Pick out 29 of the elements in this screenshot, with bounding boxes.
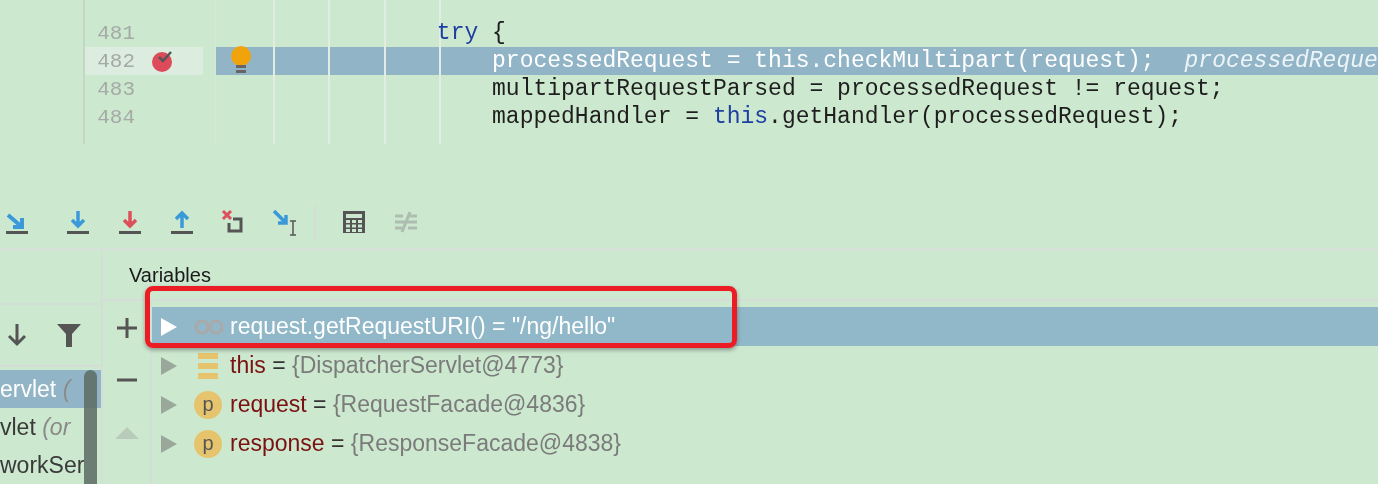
variable-row[interactable]: p response = {ResponseFacade@4838} — [152, 424, 1378, 463]
code-line: mappedHandler = this.getHandler(processedRequest); — [492, 104, 1183, 130]
line-number: 482 — [97, 49, 135, 73]
add-icon[interactable] — [115, 317, 138, 339]
inline-value-hint: processedReque — [1184, 48, 1378, 74]
glasses-icon — [194, 318, 224, 335]
filter-icon[interactable] — [56, 322, 82, 348]
variable-row[interactable]: this = {DispatcherServlet@4773} — [152, 346, 1378, 385]
stack-icon — [198, 352, 218, 379]
variable-text: this = {DispatcherServlet@4773} — [230, 352, 564, 379]
frame-item[interactable]: workSer — [0, 446, 101, 484]
parameter-badge: p — [194, 390, 222, 419]
variable-text: request.getRequestURI() = "/ng/hello" — [230, 313, 616, 340]
frame-item[interactable]: vlet (or — [0, 408, 101, 446]
code-line: multipartRequestParsed = processedRequest != request; — [492, 76, 1224, 102]
calculator-icon — [341, 209, 367, 236]
scrollbar[interactable] — [84, 370, 97, 484]
lightbulb-icon[interactable] — [230, 46, 252, 74]
line-number: 484 — [97, 105, 135, 129]
variable-text: response = {ResponseFacade@4838} — [230, 430, 621, 457]
variable-text: request = {RequestFacade@4836} — [230, 391, 586, 418]
variable-row[interactable]: p request = {RequestFacade@4836} — [152, 385, 1378, 424]
line-number: 483 — [97, 77, 135, 101]
code-line: processedRequest = this.checkMultipart(request); — [492, 48, 1155, 74]
line-number: 481 — [97, 21, 135, 45]
code-line: try { — [436, 20, 506, 46]
parameter-badge: p — [194, 429, 222, 458]
panel-title: Variables — [129, 264, 211, 287]
arrow-down-icon[interactable] — [6, 322, 28, 348]
